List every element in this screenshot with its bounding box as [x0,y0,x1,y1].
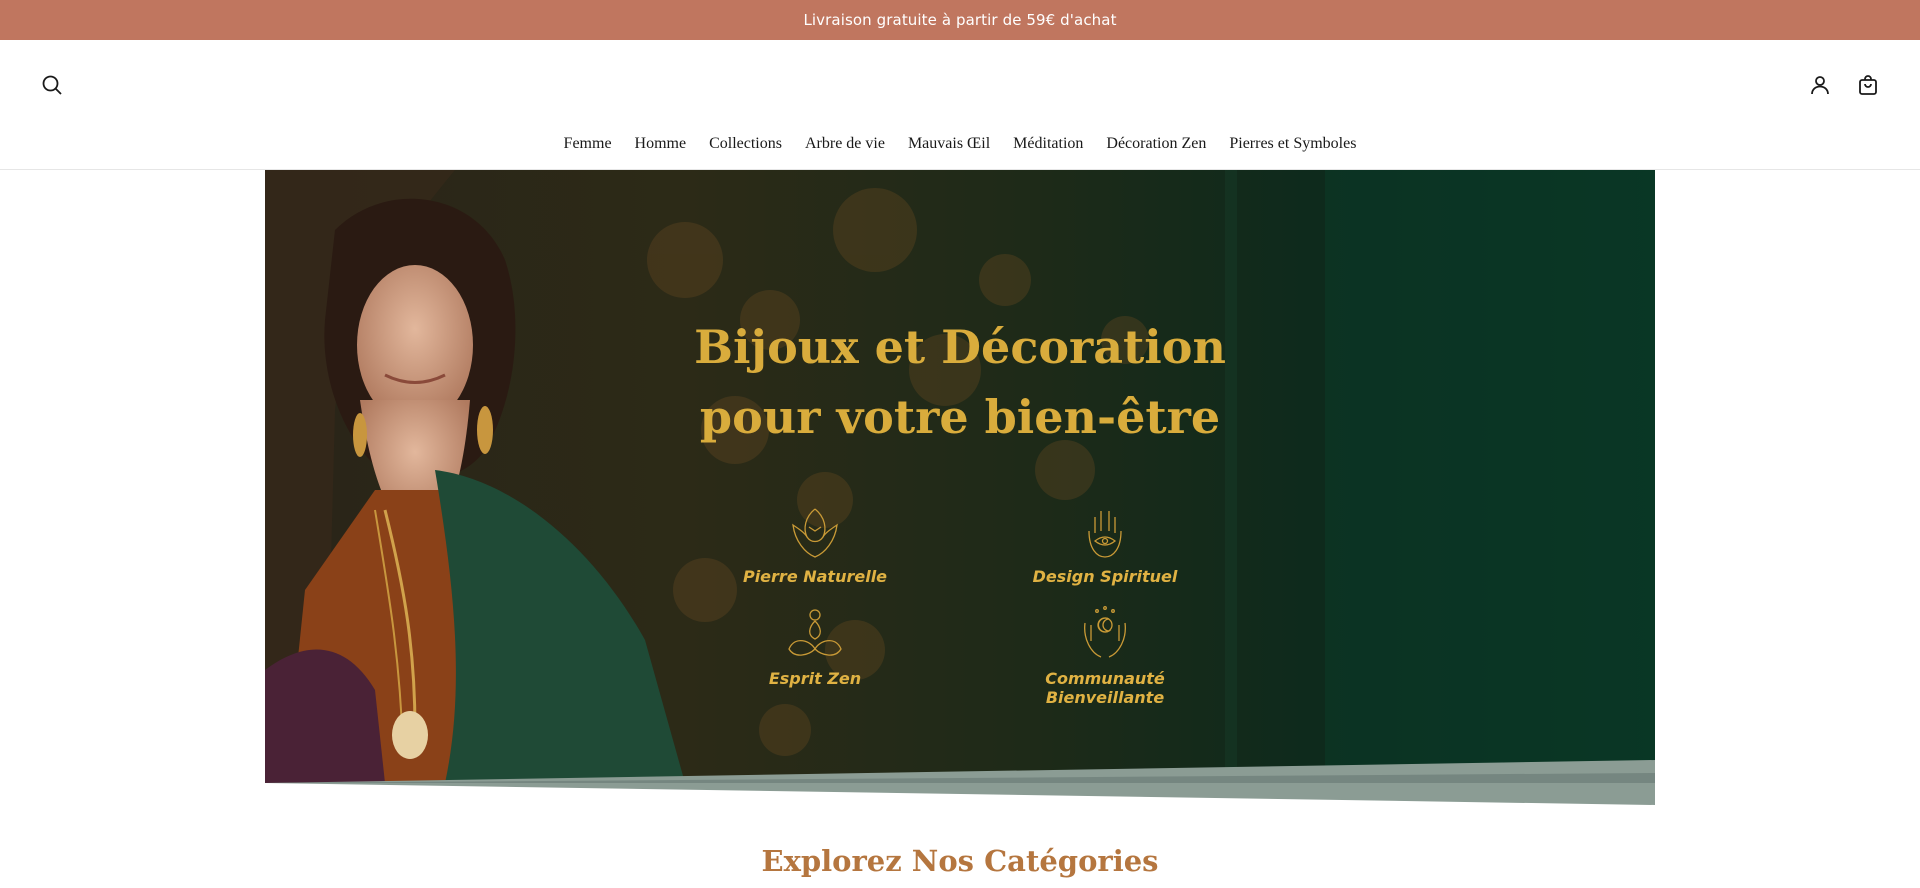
nav-item-arbre-de-vie[interactable]: Arbre de vie [793,132,896,156]
hero-bottom-divider [265,760,1655,805]
account-button[interactable] [1803,68,1837,102]
nav-item-mauvais-oeil[interactable]: Mauvais Œil [896,132,1001,156]
hamsa-icon [1088,511,1122,558]
feature-design-spirituel: Design Spirituel [985,503,1225,586]
shopping-bag-icon [1859,75,1877,95]
main-navigation: Femme Homme Collections Arbre de vie Mau… [0,132,1920,156]
meditation-icon [788,609,842,656]
nav-item-homme[interactable]: Homme [623,132,698,156]
feature-label: Pierre Naturelle [742,567,888,586]
hero-banner[interactable]: Bijoux et Décoration pour votre bien-êtr… [265,170,1655,783]
lotus-hand-icon [792,508,838,558]
search-button[interactable] [35,68,69,102]
search-icon [42,75,62,95]
feature-pierre-naturelle: Pierre Naturelle [695,503,935,586]
feature-label: Esprit Zen [768,669,862,688]
cart-button[interactable] [1851,68,1885,102]
nav-item-collections[interactable]: Collections [698,132,794,156]
feature-label: Design Spirituel [1032,567,1178,586]
nav-item-decoration-zen[interactable]: Décoration Zen [1095,132,1218,156]
nav-item-pierres-et-symboles[interactable]: Pierres et Symboles [1218,132,1368,156]
hero-title-line1: Bijoux et Décoration [694,320,1226,374]
feature-label: Communauté Bienveillante [1045,669,1165,707]
announcement-text: Livraison gratuite à partir de 59€ d'ach… [803,11,1117,29]
nav-item-femme[interactable]: Femme [552,132,623,156]
feature-esprit-zen: Esprit Zen [695,605,935,688]
announcement-bar: Livraison gratuite à partir de 59€ d'ach… [0,0,1920,40]
open-hands-icon [1084,606,1126,658]
hero-title-line2: pour votre bien-être [699,390,1221,444]
feature-communaute-bienveillante: Communauté Bienveillante [985,605,1225,707]
hero-title: Bijoux et Décoration pour votre bien-êtr… [265,312,1655,452]
site-header: Femme Homme Collections Arbre de vie Mau… [0,40,1920,170]
user-icon [1811,76,1829,95]
hero-content: Bijoux et Décoration pour votre bien-êtr… [265,170,1655,783]
categories-section-title: Explorez Nos Catégories [761,844,1159,878]
nav-item-meditation[interactable]: Méditation [1002,132,1095,156]
